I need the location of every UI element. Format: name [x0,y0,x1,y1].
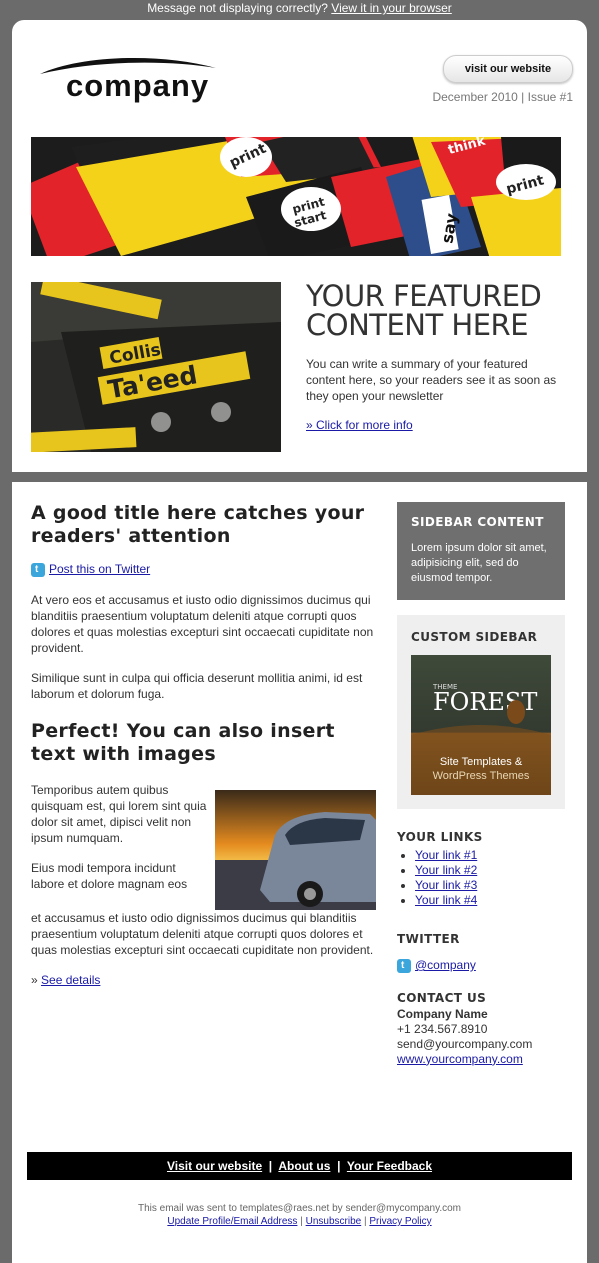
logo-text: company [66,68,210,103]
post-twitter-link[interactable]: Post this on Twitter [49,562,150,576]
twitter-follow[interactable]: @company [397,958,565,973]
article-paragraph-2: Similique sunt in culpa qui officia dese… [31,670,363,701]
ad-tagline-2: WordPress Themes [433,770,530,782]
featured-summary: You can write a summary of your featured… [306,357,557,403]
unsubscribe-link[interactable]: Unsubscribe [306,1216,362,1227]
links-title: YOUR LINKS [397,830,483,844]
twitter-title: TWITTER [397,932,460,946]
separator: | [268,1159,273,1173]
separator: | [300,1216,303,1227]
footer-sent-to: This email was sent to templates@raes.ne… [137,1203,462,1214]
article-title-2: Perfect! You can also insert text with i… [31,719,335,765]
link-1[interactable]: Your link #1 [415,848,477,862]
notice-text: Message not displaying correctly? [147,1,328,15]
sidebar: SIDEBAR CONTENT Lorem ipsum dolor sit am… [397,502,565,1067]
company-logo: company [38,54,238,104]
link-4[interactable]: Your link #4 [415,893,477,907]
link-2[interactable]: Your link #2 [415,863,477,877]
sidebar-content-text: Lorem ipsum dolor sit amet, adipisicing … [411,542,547,584]
list-item: Your link #2 [415,863,565,878]
twitter-share[interactable]: Post this on Twitter [31,562,376,577]
links-list: Your link #1 Your link #2 Your link #3 Y… [397,848,565,908]
footer-visit-link[interactable]: Visit our website [167,1159,262,1173]
footer-feedback-link[interactable]: Your Feedback [347,1159,432,1173]
header-card: company visit our website December 2010 … [12,20,587,472]
sidebar-content-box: SIDEBAR CONTENT Lorem ipsum dolor sit am… [397,502,565,600]
privacy-policy-link[interactable]: Privacy Policy [369,1216,431,1227]
image-paragraph-2-rest: et accusamus et iusto odio dignissimos d… [31,910,374,957]
content-card: A good title here catches your readers' … [12,482,587,1263]
ad-tagline-1: Site Templates & [440,756,523,768]
update-profile-link[interactable]: Update Profile/Email Address [167,1216,297,1227]
top-notice: Message not displaying correctly? View i… [0,0,599,20]
issue-date: December 2010 | Issue #1 [432,90,573,104]
separator: | [337,1159,341,1173]
banner-image: print print start think print say [31,137,561,256]
article-title: A good title here catches your readers' … [31,502,365,547]
company-name: Company Name [397,1006,488,1021]
email: send@yourcompany.com [397,1036,533,1051]
link-3[interactable]: Your link #3 [415,878,477,892]
list-item: Your link #3 [415,878,565,893]
list-item: Your link #1 [415,848,565,863]
custom-sidebar-title: CUSTOM SIDEBAR [411,630,538,644]
visit-website-button[interactable]: visit our website [443,55,573,83]
sidebar-content-title: SIDEBAR CONTENT [411,515,544,529]
main-column: A good title here catches your readers' … [31,502,376,988]
list-item: Your link #4 [415,893,565,908]
separator: | [363,1216,367,1227]
footer-nav: Visit our website | About us | Your Feed… [27,1152,572,1180]
twitter-handle-link[interactable]: @company [415,958,476,972]
featured-more-link[interactable]: » Click for more info [306,418,413,432]
twitter-icon [31,562,45,577]
themeforest-ad[interactable]: THEME FOREST Site Templates & WordPress … [411,655,551,795]
contact-title: CONTACT US [397,990,487,1005]
custom-sidebar-box: CUSTOM SIDEBAR THEME FOREST Site Templat… [397,615,565,809]
footer-about-link[interactable]: About us [278,1159,330,1173]
website-link[interactable]: www.yourcompany.com [397,1052,523,1066]
footer-note: This email was sent to templates@raes.ne… [12,1202,587,1228]
featured-image: Collis Ta'eed [31,282,281,452]
phone: +1 234.567.8910 [397,1021,488,1036]
twitter-icon [397,958,411,973]
see-details: » See details [31,972,376,988]
view-in-browser-link[interactable]: View it in your browser [331,1,452,15]
car-image [215,789,376,910]
featured-title: YOUR FEATURED CONTENT HERE [306,279,542,342]
article-paragraph-1: At vero eos et accusamus et iusto odio d… [31,592,374,655]
see-details-link[interactable]: See details [41,973,100,987]
see-details-prefix: » [31,972,38,987]
